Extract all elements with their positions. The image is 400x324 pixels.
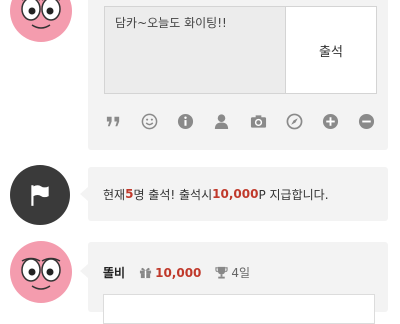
face-avatar-icon <box>10 0 72 42</box>
attendance-comment: 똘비 10,000 4일 <box>80 242 388 324</box>
comment-points: 10,000 <box>155 265 202 280</box>
attendance-notice: 현재 5명 출석! 출석시 10,000 P 지급합니다. <box>80 167 388 221</box>
comment-body <box>103 294 375 324</box>
notice-prefix: 현재 <box>103 187 126 202</box>
minus-circle-icon[interactable] <box>358 112 376 130</box>
gift-icon <box>139 266 152 279</box>
comment-nickname[interactable]: 똘비 <box>103 264 125 281</box>
attendance-submit-button[interactable]: 출석 <box>286 6 377 94</box>
comment-header: 똘비 10,000 4일 <box>103 264 250 281</box>
compass-icon[interactable] <box>285 112 303 130</box>
camera-icon[interactable] <box>249 112 267 130</box>
notice-middle: 명 출석! 출석시 <box>133 187 213 202</box>
user-icon[interactable] <box>213 112 231 130</box>
attendance-composer: 담카~오늘도 화이팅!! 출석 <box>88 0 388 150</box>
face-avatar-icon <box>10 241 72 303</box>
notice-count: 5 <box>125 187 134 201</box>
notice-flag-avatar <box>10 165 70 225</box>
commenter-avatar <box>10 241 72 303</box>
quote-icon[interactable] <box>104 112 122 130</box>
composer-toolbar <box>104 112 376 130</box>
plus-circle-icon[interactable] <box>322 112 340 130</box>
notice-suffix: P 지급합니다. <box>258 187 329 202</box>
comment-input[interactable]: 담카~오늘도 화이팅!! <box>104 6 286 94</box>
comment-days: 4일 <box>231 266 251 280</box>
notice-points: 10,000 <box>212 187 259 201</box>
trophy-icon <box>215 266 229 279</box>
emoticon-icon[interactable] <box>140 112 158 130</box>
user-avatar <box>10 0 72 42</box>
info-icon[interactable] <box>177 112 195 130</box>
flag-icon <box>31 185 49 206</box>
